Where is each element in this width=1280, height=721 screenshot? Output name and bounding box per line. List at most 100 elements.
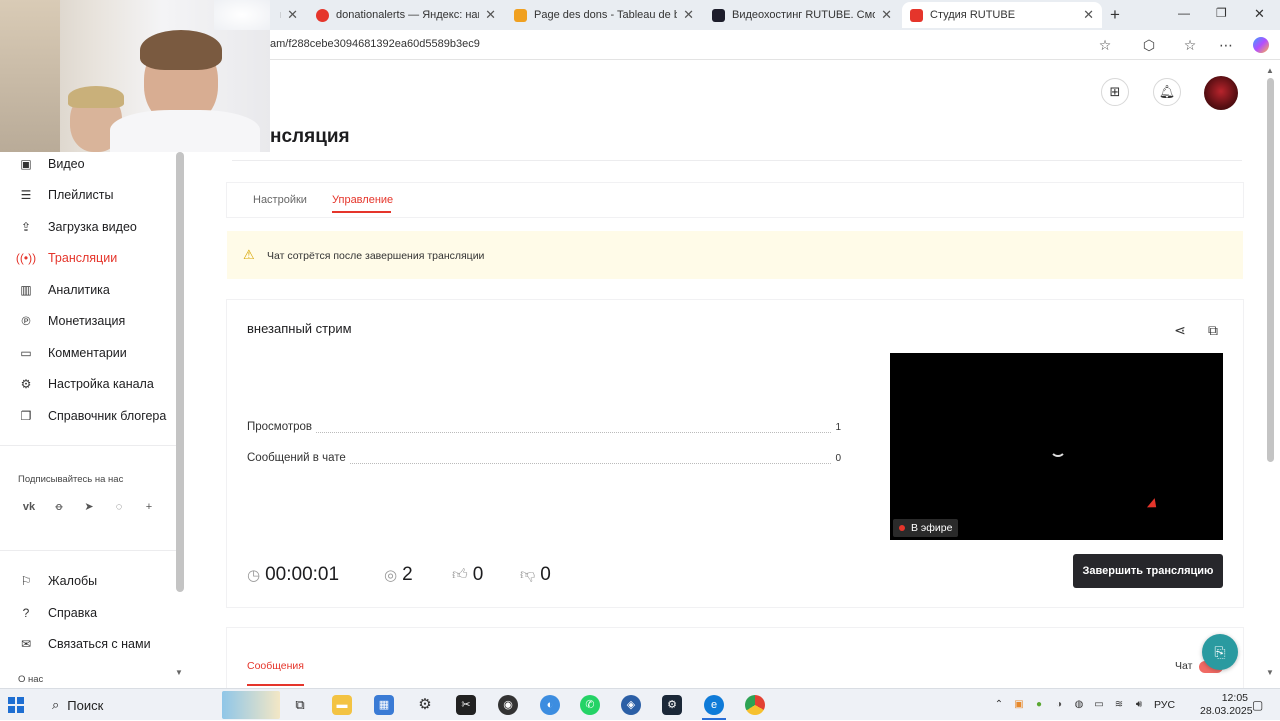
stream-dislikes: 👎︎ 0 (520, 564, 551, 586)
new-tab-button[interactable]: + (1110, 5, 1120, 25)
obs-icon[interactable]: ◉ (498, 695, 518, 715)
microsoft-store-icon[interactable]: ▦ (374, 695, 394, 715)
sidebar-divider (0, 550, 176, 551)
webcam-overlay (0, 0, 270, 152)
ok-icon[interactable]: ꝋ (50, 498, 68, 516)
url-field[interactable]: am/f288cebe3094681392ea60d5589b3ec9 (270, 38, 480, 50)
sidebar-item-about[interactable]: О нас (18, 674, 43, 685)
sidebar-item-broadcasts[interactable]: ((•)) Трансляции (16, 246, 117, 270)
active-tab-underline (332, 211, 391, 213)
tab-settings[interactable]: Настройки (253, 194, 307, 206)
sidebar-item-playlists[interactable]: ☰ Плейлисты (18, 183, 114, 207)
wifi-icon[interactable]: ≋ (1112, 698, 1126, 712)
rutube-favicon-icon (712, 8, 725, 22)
chat-bubble-icon: ⎘ (1214, 643, 1226, 660)
sidebar-item-help[interactable]: ? Справка (18, 601, 97, 625)
extensions-icon[interactable]: ⬡ (1140, 36, 1158, 54)
help-icon: ? (22, 606, 30, 620)
favorite-star-icon[interactable]: ☆ (1096, 36, 1114, 54)
close-icon[interactable]: ✕ (683, 7, 694, 23)
plus-square-icon: ⊞ (1109, 84, 1121, 99)
sidebar-item-blogger-guide[interactable]: ❐ Справочник блогера (18, 404, 167, 428)
support-chat-button[interactable]: ⎘ (1202, 634, 1238, 670)
viber-icon[interactable]: ◌ (110, 498, 128, 516)
tray-app-icon[interactable]: ● (1032, 698, 1046, 712)
clock[interactable]: 12:05 28.03.2025 (1200, 692, 1253, 718)
tab-title: Видеохостинг RUTUBE. Смотрите… (732, 9, 875, 21)
search-highlight-image[interactable] (222, 691, 280, 719)
tab-messages[interactable]: Сообщения (247, 660, 304, 672)
battery-icon[interactable]: ▭ (1092, 698, 1106, 712)
close-window-button[interactable]: ✕ (1254, 6, 1265, 22)
tab-title: Page des dons - Tableau de bord (534, 9, 678, 21)
task-view-icon[interactable]: ⧉ (290, 695, 310, 715)
clock-icon: ◷ (247, 567, 261, 584)
more-icon[interactable]: ⋯ (1217, 36, 1235, 54)
sidebar-item-channel-settings[interactable]: ⚙ Настройка канала (18, 372, 154, 396)
browser-tab-3[interactable]: Page des dons - Tableau de bord ✕ (506, 2, 702, 28)
close-icon[interactable]: ✕ (485, 7, 496, 23)
main-scroll-down-icon[interactable]: ▼ (1266, 668, 1274, 677)
chevron-up-icon[interactable]: ⌃ (992, 698, 1006, 712)
main-scroll-up-icon[interactable]: ▲ (1266, 66, 1274, 75)
sidebar-item-monetization[interactable]: ℗ Монетизация (18, 309, 126, 333)
maximize-button[interactable]: ❐ (1216, 6, 1227, 20)
page-header: нсляция (270, 60, 1268, 160)
browser-tab-active[interactable]: Студия RUTUBE ✕ (902, 2, 1102, 28)
header-divider (232, 160, 1242, 161)
app-icon[interactable]: ✂ (456, 695, 476, 715)
browser-tab-2[interactable]: donationalerts — Яндекс: нашло… ✕ (308, 2, 504, 28)
add-video-button[interactable]: ⊞ (1101, 78, 1129, 106)
volume-icon[interactable]: 🔊︎ (1132, 698, 1146, 712)
browser-tab-1[interactable]: ыс… ✕ (272, 2, 306, 28)
avatar[interactable] (1204, 76, 1238, 110)
browser-tab-4[interactable]: Видеохостинг RUTUBE. Смотрите… ✕ (704, 2, 900, 28)
app-icon-blue[interactable]: ◈ (621, 695, 641, 715)
tray-app-icon[interactable]: ◑ (1052, 698, 1066, 712)
chrome-icon[interactable] (745, 695, 765, 715)
tray-app-icon[interactable]: ◍ (1072, 698, 1086, 712)
file-explorer-icon[interactable]: ▬ (332, 695, 352, 715)
sidebar-item-analytics[interactable]: ▥ Аналитика (18, 278, 110, 302)
sidebar-item-comments[interactable]: ▭ Комментарии (18, 341, 126, 365)
steam-icon[interactable]: ⚙ (662, 695, 682, 715)
search-placeholder: Поиск (67, 697, 104, 713)
stream-card: внезапный стрим ⋖ ⧉ Просмотров 1 Сообщен… (227, 300, 1243, 607)
yandex-favicon-icon (316, 8, 329, 22)
sidebar-item-complaints[interactable]: ⚐ Жалобы (18, 569, 98, 593)
edge-icon[interactable]: e (704, 695, 724, 715)
copilot-icon[interactable] (1253, 37, 1269, 53)
stream-preview-player[interactable]: В эфире (890, 353, 1223, 540)
sidebar-scroll-down-icon[interactable]: ▼ (175, 668, 183, 677)
close-icon[interactable]: ✕ (1083, 7, 1094, 23)
end-stream-button[interactable]: Завершить трансляцию (1073, 554, 1223, 588)
external-link-icon[interactable]: ⧉ (1204, 321, 1222, 339)
notifications-icon[interactable]: ▢ (1252, 698, 1263, 712)
page-title: нсляция (270, 126, 350, 147)
close-icon[interactable]: ✕ (287, 7, 298, 23)
sidebar-scrollbar[interactable] (176, 152, 184, 592)
browser-app-icon[interactable]: ◐ (540, 695, 560, 715)
minimize-button[interactable]: — (1178, 6, 1190, 20)
search-icon: ⌕ (52, 697, 60, 712)
sidebar-item-upload[interactable]: ⇪ Загрузка видео (18, 215, 137, 239)
close-icon[interactable]: ✕ (881, 7, 892, 23)
dotted-leader (247, 432, 831, 433)
tab-management[interactable]: Управление (332, 194, 393, 206)
sidebar-item-label: Аналитика (48, 283, 110, 297)
share-icon[interactable]: ⋖ (1171, 321, 1189, 339)
main-scrollbar[interactable] (1267, 78, 1274, 462)
sidebar-item-video[interactable]: ▣ Видео (18, 152, 84, 176)
language-indicator[interactable]: РУС (1154, 699, 1175, 711)
telegram-icon[interactable]: ➤ (80, 498, 98, 516)
whatsapp-icon[interactable]: ✆ (580, 695, 600, 715)
favorites-icon[interactable]: ☆ (1181, 36, 1199, 54)
notifications-button[interactable]: 🔔︎ (1153, 78, 1181, 106)
windows-start-button[interactable] (8, 697, 24, 713)
settings-gear-icon[interactable]: ⚙ (415, 695, 435, 715)
plus-icon[interactable]: + (140, 498, 158, 516)
vk-icon[interactable]: vk (20, 498, 38, 516)
sidebar-item-contact[interactable]: ✉ Связаться с нами (18, 632, 151, 656)
tray-app-icon[interactable]: ▣ (1012, 698, 1026, 712)
viewers-value: 2 (402, 564, 413, 585)
